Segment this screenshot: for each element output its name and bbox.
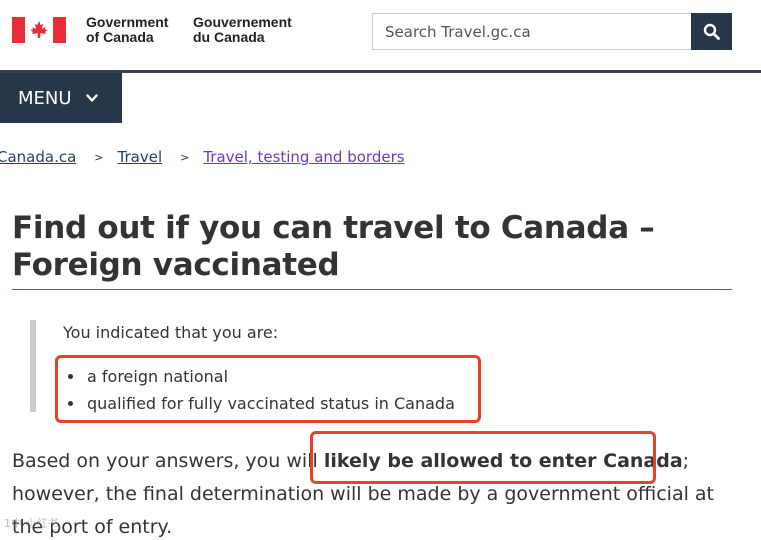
chevron-down-icon [85,93,98,103]
answers-list: a foreign national qualified for fully v… [85,363,455,417]
list-item: a foreign national [85,363,455,390]
canada-flag-icon[interactable] [12,17,66,43]
answers-lead: You indicated that you are: [63,323,279,342]
search-icon [703,23,720,40]
breadcrumb-travel[interactable]: Travel [118,148,163,166]
result-text-start: Based on your answers, you will [12,450,324,472]
menu-button[interactable]: MENU [0,73,122,123]
breadcrumb-separator-icon: > [180,150,190,164]
result-paragraph: Based on your answers, you will likely b… [12,445,732,540]
site-search [372,13,732,50]
wordmark-en-line2: of Canada [86,29,154,45]
wordmark-english[interactable]: Government of Canada [86,15,168,45]
menu-label: MENU [18,87,72,109]
watermark: 1中 小红书 [4,517,59,530]
wordmark-french[interactable]: Gouvernement du Canada [193,15,292,45]
wordmark-fr-line2: du Canada [193,29,265,45]
breadcrumb-travel-testing-borders[interactable]: Travel, testing and borders [203,148,404,166]
wordmark-en-line1: Government [86,14,169,30]
title-underline [12,289,732,290]
result-emphasis: likely be allowed to enter Canada [323,450,683,472]
answers-summary: You indicated that you are: a foreign na… [30,320,480,413]
breadcrumb: Canada.ca > Travel > Travel, testing and… [0,148,405,166]
page-title: Find out if you can travel to Canada – F… [12,210,655,283]
site-header: Government of Canada Gouvernement du Can… [0,0,761,72]
breadcrumb-separator-icon: > [94,150,104,164]
breadcrumb-canada[interactable]: Canada.ca [0,148,76,166]
list-item: qualified for fully vaccinated status in… [85,390,455,417]
wordmark-fr-line1: Gouvernement [193,14,292,30]
search-input[interactable] [372,13,691,50]
search-button[interactable] [691,13,732,50]
